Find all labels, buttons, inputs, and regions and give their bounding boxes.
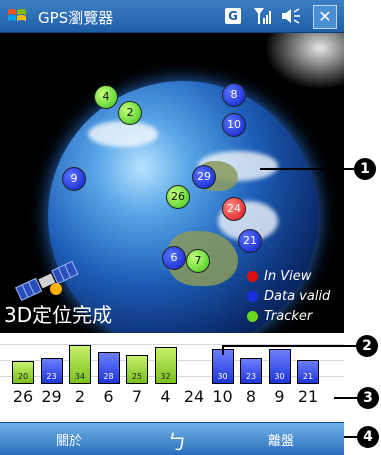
- red-dot-icon: [247, 270, 258, 282]
- volume-icon[interactable]: [280, 7, 302, 25]
- fix-status: 3D定位完成: [4, 303, 113, 327]
- close-button[interactable]: ✕: [313, 5, 337, 29]
- satellite-marker[interactable]: 8: [222, 83, 246, 107]
- about-button[interactable]: 關於: [56, 430, 82, 449]
- legend: In View Data valid Tracker: [247, 266, 330, 326]
- legend-label: Data valid: [264, 288, 331, 304]
- back-arrow-icon[interactable]: ㄅ: [167, 426, 187, 455]
- legend-label: Tracker: [264, 308, 313, 324]
- windows-start-icon[interactable]: [6, 5, 28, 27]
- exit-button[interactable]: 離盤: [268, 430, 294, 449]
- signal-value: 32: [160, 372, 171, 381]
- signal-bar: 30: [268, 349, 291, 384]
- prn-label: 29: [41, 387, 62, 406]
- legend-item-data-valid: Data valid: [247, 286, 330, 306]
- signal-bar: 23: [240, 358, 262, 384]
- satellite-marker[interactable]: 2: [118, 101, 142, 125]
- signal-value: 23: [245, 372, 257, 381]
- prn-label: 9: [274, 387, 285, 406]
- bottom-toolbar: 關於 ㄅ 離盤: [0, 422, 344, 455]
- satellite-marker[interactable]: 29: [192, 165, 216, 189]
- signal-value: 25: [131, 372, 143, 381]
- prn-label: 8: [245, 387, 257, 406]
- sun-glow: [260, 33, 344, 93]
- prn-row: 26 29 2 6 7 4 24 10 8 9 21: [0, 387, 344, 409]
- satellite-marker[interactable]: 10: [222, 113, 246, 137]
- signal-bar: 34: [69, 345, 91, 384]
- signal-value: 20: [17, 372, 29, 381]
- callout-line: [222, 345, 356, 347]
- prn-label: 4: [160, 387, 171, 406]
- signal-value: 21: [302, 372, 314, 381]
- prn-label: 10: [212, 387, 233, 406]
- green-dot-icon: [247, 310, 258, 322]
- prn-label: 21: [297, 387, 319, 406]
- satellite-marker[interactable]: 9: [62, 167, 86, 191]
- cloud: [88, 121, 158, 147]
- app-title: GPS瀏覽器: [38, 9, 114, 27]
- signal-value: 28: [103, 372, 114, 381]
- signal-value: 23: [46, 372, 57, 381]
- signal-value: 34: [74, 372, 86, 381]
- satellite-marker[interactable]: 26: [166, 185, 190, 209]
- satellite-marker[interactable]: 24: [222, 197, 246, 221]
- callout-4: 4: [357, 426, 379, 448]
- callout-2: 2: [356, 335, 378, 357]
- blue-dot-icon: [247, 290, 258, 302]
- signal-bar: 25: [126, 355, 148, 384]
- signal-value: 30: [217, 372, 228, 381]
- satellite-marker[interactable]: 6: [162, 246, 186, 270]
- legend-item-tracker: Tracker: [247, 306, 330, 326]
- signal-bar: 21: [297, 360, 319, 384]
- signal-bar: 32: [154, 347, 177, 384]
- satellite-marker[interactable]: 7: [186, 249, 210, 273]
- callout-line: [222, 345, 224, 355]
- callout-line: [260, 168, 354, 170]
- close-icon: ✕: [318, 7, 332, 26]
- signal-value: 30: [274, 372, 285, 381]
- legend-label: In View: [264, 268, 312, 284]
- sky-view: 4 2 8 10 9 29 26 24 21 6 7 3D定位完成 In Vie…: [0, 33, 344, 333]
- prn-label: 2: [74, 387, 86, 406]
- satellite-marker[interactable]: 4: [94, 85, 118, 109]
- callout-1: 1: [354, 158, 376, 180]
- signal-strength-panel: 20 23 34 28 25 32 30 23 30 21: [0, 334, 344, 386]
- legend-item-in-view: In View: [247, 266, 330, 286]
- gps-status-icon[interactable]: G: [225, 8, 241, 24]
- signal-icon[interactable]: [252, 6, 274, 26]
- title-bar: GPS瀏覽器 G ✕: [0, 0, 344, 33]
- satellite-marker[interactable]: 21: [238, 229, 262, 253]
- signal-bar: 20: [12, 361, 34, 384]
- prn-label: 24: [183, 387, 205, 406]
- signal-bar: 28: [97, 352, 120, 384]
- callout-3: 3: [357, 387, 379, 409]
- signal-bar: 23: [40, 358, 63, 384]
- prn-label: 6: [103, 387, 114, 406]
- prn-label: 7: [131, 387, 143, 406]
- callout-line: [334, 397, 358, 399]
- prn-label: 26: [12, 387, 34, 406]
